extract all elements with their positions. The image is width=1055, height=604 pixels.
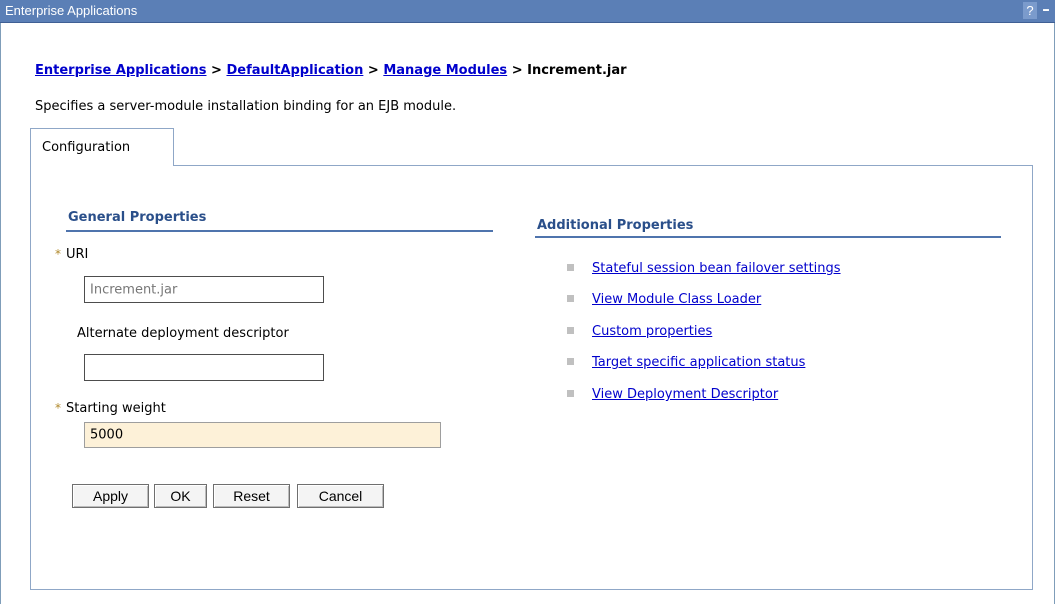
alternate-dd-label: Alternate deployment descriptor [77,326,289,341]
tab-configuration-label: Configuration [42,140,131,155]
apply-button[interactable]: Apply [72,484,149,508]
breadcrumb-separator: > [367,63,379,78]
bullet-icon [567,295,574,302]
breadcrumb-manage-modules[interactable]: Manage Modules [383,63,507,78]
cancel-button[interactable]: Cancel [297,484,384,508]
additional-properties-heading: Additional Properties [537,218,694,233]
window-title: Enterprise Applications [5,3,138,18]
ok-button[interactable]: OK [154,484,207,508]
view-module-class-loader-link[interactable]: View Module Class Loader [592,292,761,307]
tab-configuration[interactable]: Configuration [30,128,174,166]
stateful-session-bean-failover-link[interactable]: Stateful session bean failover settings [592,261,841,276]
breadcrumb-separator: > [511,63,523,78]
starting-weight-label-text: Starting weight [66,401,166,416]
breadcrumb-separator: > [211,63,222,78]
minimize-icon[interactable]: – [1039,2,1053,19]
bullet-icon [567,358,574,365]
custom-properties-link[interactable]: Custom properties [592,324,712,339]
breadcrumb-current: Increment.jar [527,63,627,78]
bullet-icon [567,390,574,397]
view-deployment-descriptor-link[interactable]: View Deployment Descriptor [592,387,778,402]
page-description: Specifies a server-module installation b… [35,99,457,114]
title-bar: Enterprise Applications ? – [0,0,1055,23]
uri-label-text: URI [66,247,89,262]
breadcrumb: Enterprise Applications > DefaultApplica… [35,63,627,78]
uri-input: Increment.jar [84,276,324,303]
starting-weight-label: * Starting weight [55,401,166,416]
breadcrumb-default-application[interactable]: DefaultApplication [226,63,363,78]
alternate-dd-input[interactable] [84,354,324,381]
bullet-icon [567,264,574,271]
starting-weight-input[interactable]: 5000 [84,422,441,448]
required-marker: * [55,401,61,415]
question-mark-icon[interactable]: ? [1023,2,1037,19]
additional-properties-rule [535,236,1001,238]
uri-value: Increment.jar [90,282,178,297]
starting-weight-value: 5000 [90,427,124,443]
target-specific-application-status-link[interactable]: Target specific application status [592,355,805,370]
general-properties-heading: General Properties [68,210,207,225]
reset-button[interactable]: Reset [213,484,290,508]
breadcrumb-enterprise-applications[interactable]: Enterprise Applications [35,63,207,78]
bullet-icon [567,327,574,334]
general-properties-rule [66,230,493,232]
uri-label: * URI [55,247,88,262]
required-marker: * [55,247,61,261]
